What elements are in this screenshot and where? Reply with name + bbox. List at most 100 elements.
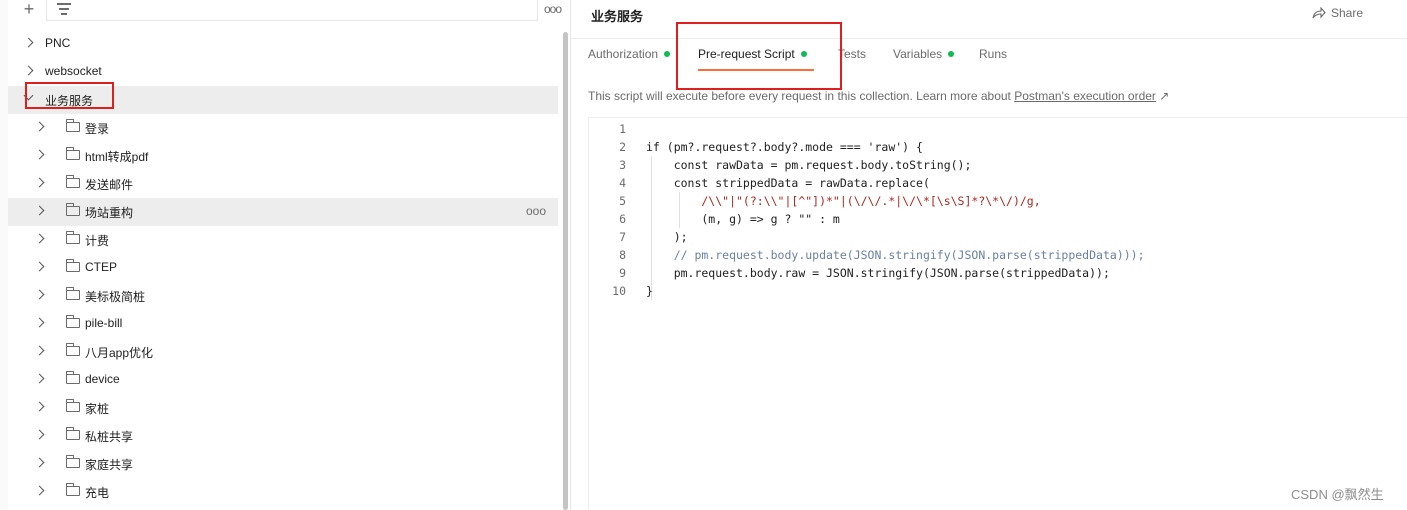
line-text: } (646, 284, 653, 298)
tab-variables[interactable]: Variables (893, 47, 955, 61)
new-collection-button[interactable]: + (20, 0, 38, 20)
line-text: ); (646, 230, 688, 244)
line-text: const strippedData = rawData.replace( (646, 176, 930, 190)
share-icon (1312, 7, 1326, 19)
folder-row[interactable]: 家庭共享 (8, 450, 558, 478)
chevron-right-icon[interactable] (34, 457, 45, 468)
folder-row[interactable]: 登录 (8, 114, 558, 142)
chevron-right-icon[interactable] (23, 37, 34, 48)
folder-icon (66, 455, 80, 468)
status-dot (664, 51, 671, 57)
folder-label: 私桩共享 (85, 430, 134, 444)
folder-icon (66, 119, 80, 132)
folder-row[interactable]: 计费 (8, 226, 558, 254)
folder-label: CTEP (85, 260, 118, 274)
script-description: This script will execute before every re… (588, 89, 1169, 103)
sidebar-more-icon[interactable]: ooo (544, 2, 562, 16)
chevron-right-icon[interactable] (34, 233, 45, 244)
folder-label: html转成pdf (85, 150, 149, 164)
folder-row[interactable]: 八月app优化 (8, 338, 558, 366)
line-text: (m, g) => g ? "" : m (646, 212, 840, 226)
line-number: 10 (612, 284, 626, 298)
folder-row[interactable]: 美标极简桩 (8, 282, 558, 310)
share-button[interactable]: Share (1312, 6, 1363, 20)
folder-label: 家庭共享 (85, 458, 134, 472)
chevron-right-icon[interactable] (23, 65, 34, 76)
execution-order-link[interactable]: Postman's execution order (1014, 89, 1156, 103)
tab-tests[interactable]: Tests (838, 47, 866, 61)
chevron-right-icon[interactable] (34, 373, 45, 384)
chevron-right-icon[interactable] (34, 289, 45, 300)
chevron-right-icon[interactable] (34, 261, 45, 272)
sidebar-scrollbar[interactable] (563, 32, 568, 510)
folder-icon (66, 175, 80, 188)
chevron-right-icon[interactable] (34, 429, 45, 440)
csdn-watermark: CSDN @飘然生 (1291, 487, 1384, 502)
chevron-right-icon[interactable] (34, 149, 45, 160)
line-number: 4 (619, 176, 626, 190)
folder-row[interactable]: pile-bill (8, 310, 558, 338)
folder-row[interactable]: device (8, 366, 558, 394)
collection-label: PNC (45, 36, 71, 50)
tab-authorization-label: Authorization (588, 47, 659, 61)
chevron-right-icon[interactable] (34, 485, 45, 496)
line-text: if (pm?.request?.body?.mode === 'raw') { (646, 140, 923, 154)
chevron-right-icon[interactable] (34, 401, 45, 412)
folder-row[interactable]: 发送邮件 (8, 170, 558, 198)
chevron-right-icon[interactable] (34, 345, 45, 356)
line-number: 5 (619, 194, 626, 208)
folder-row[interactable]: html转成pdf (8, 142, 558, 170)
folder-icon (66, 147, 80, 160)
folder-row[interactable]: CTEP (8, 254, 558, 282)
folder-row[interactable]: 私桩共享 (8, 422, 558, 450)
filter-input[interactable] (46, 0, 538, 21)
folder-label: 八月app优化 (85, 346, 154, 360)
folder-row[interactable]: 充电 (8, 478, 558, 506)
line-text: pm.request.body.raw = JSON.stringify(JSO… (646, 266, 1110, 280)
folder-row[interactable]: 家桩 (8, 394, 558, 422)
folder-icon (66, 203, 80, 216)
script-editor[interactable]: 1 2 if (pm?.request?.body?.mode === 'raw')… (588, 117, 1407, 510)
highlight-box-collection (25, 82, 114, 109)
collection-title: 业务服务 (591, 9, 644, 24)
folder-icon (66, 427, 80, 440)
chevron-right-icon[interactable] (34, 121, 45, 132)
sidebar-edge (0, 0, 8, 510)
tab-runs[interactable]: Runs (979, 47, 1007, 61)
line-number: 3 (619, 158, 626, 172)
line-number: 1 (619, 122, 626, 136)
tab-runs-label: Runs (979, 47, 1008, 61)
folder-icon (66, 259, 80, 272)
folder-icon (66, 371, 80, 384)
folder-icon (66, 483, 80, 496)
chevron-right-icon[interactable] (34, 205, 45, 216)
folder-label: 计费 (85, 234, 110, 248)
tab-tests-label: Tests (838, 47, 867, 61)
description-text: This script will execute before every re… (588, 89, 1015, 103)
line-text: /\\"|"(?:\\"|[^"])*"|(\/\/.*|\/\*[\s\S]*… (646, 194, 1041, 208)
folder-row[interactable]: 场站重构 ooo (8, 198, 558, 226)
folder-label: 场站重构 (85, 206, 134, 220)
row-more-icon[interactable]: ooo (526, 204, 546, 218)
collection-label: websocket (45, 64, 102, 78)
folder-icon (66, 231, 80, 244)
folder-label: 家桩 (85, 402, 110, 416)
tab-variables-label: Variables (893, 47, 943, 61)
tab-authorization[interactable]: Authorization (588, 47, 671, 61)
folder-icon (66, 315, 80, 328)
folder-label: 美标极简桩 (85, 290, 146, 304)
folder-icon (66, 343, 80, 356)
folder-icon (66, 287, 80, 300)
chevron-right-icon[interactable] (34, 317, 45, 328)
chevron-right-icon[interactable] (34, 177, 45, 188)
collection-row[interactable]: PNC (8, 30, 558, 58)
line-number: 7 (619, 230, 626, 244)
folder-label: 登录 (85, 122, 110, 136)
folder-label: 发送邮件 (85, 178, 134, 192)
collection-editor: 业务服务 Share Authorization Pre-request Scr… (571, 0, 1407, 510)
filter-icon (57, 3, 71, 15)
folder-label: 充电 (85, 486, 110, 500)
line-number: 2 (619, 140, 626, 154)
line-number: 8 (619, 248, 626, 262)
sidebar-toolbar: + ooo (0, 0, 570, 22)
